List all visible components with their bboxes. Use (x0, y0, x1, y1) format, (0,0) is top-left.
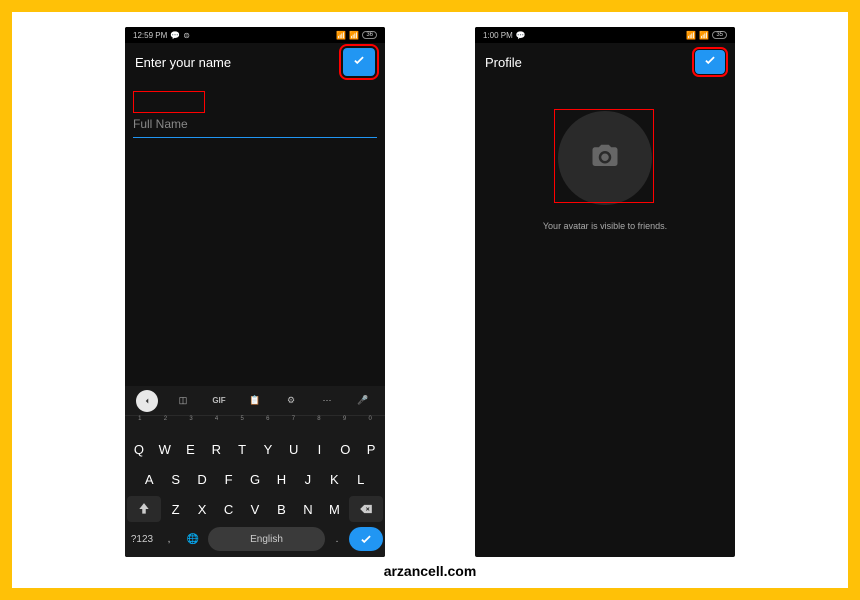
space-key[interactable]: English (208, 527, 325, 551)
keyboard-row-1: Q W E R T Y U I O P (125, 434, 385, 464)
check-icon (352, 53, 366, 72)
screenshots-container: 12:59 PM 💬 ⊜ 📶 📶 36 Enter your name (12, 12, 848, 553)
full-name-input[interactable] (133, 111, 377, 138)
key-j[interactable]: J (296, 466, 320, 492)
signal-icon: 📶 (336, 31, 346, 40)
shift-key[interactable] (127, 496, 161, 522)
battery-icon: 36 (362, 31, 377, 39)
status-bar: 12:59 PM 💬 ⊜ 📶 📶 36 (125, 27, 385, 43)
comma-key[interactable]: , (160, 527, 178, 551)
signal-icon-2: 📶 (349, 31, 359, 40)
enter-key[interactable] (349, 527, 383, 551)
check-icon (703, 53, 717, 72)
key-m[interactable]: M (322, 496, 346, 522)
globe-icon[interactable]: 🌐 (181, 527, 205, 551)
backspace-key[interactable] (349, 496, 383, 522)
highlight-box (133, 91, 205, 113)
message-icon: 💬 (170, 31, 180, 40)
status-bar: 1:00 PM 💬 📶 📶 35 (475, 27, 735, 43)
key-e[interactable]: E (179, 436, 203, 462)
signal-icon-2: 📶 (699, 31, 709, 40)
key-u[interactable]: U (282, 436, 306, 462)
confirm-button[interactable] (343, 48, 375, 76)
avatar-area: Your avatar is visible to friends. (475, 81, 735, 231)
key-n[interactable]: N (296, 496, 320, 522)
header-title: Enter your name (135, 55, 343, 70)
key-c[interactable]: C (216, 496, 240, 522)
chevron-left-icon[interactable] (136, 390, 158, 412)
dot-key[interactable]: . (328, 527, 346, 551)
keyboard-toolbar: ◫ GIF 📋 ⚙ ⋯ 🎤 (125, 386, 385, 416)
avatar-description: Your avatar is visible to friends. (475, 221, 735, 231)
notification-icon: ⊜ (183, 31, 190, 40)
battery-icon: 35 (712, 31, 727, 39)
key-z[interactable]: Z (163, 496, 187, 522)
gif-icon[interactable]: GIF (208, 390, 230, 412)
keyboard-row-3: Z X C V B N M (125, 494, 385, 524)
header-title: Profile (485, 55, 695, 70)
footer: arzancell.com (12, 553, 848, 588)
key-o[interactable]: O (333, 436, 357, 462)
key-l[interactable]: L (349, 466, 373, 492)
number-hint-row: 1 2 3 4 5 6 7 8 9 0 (125, 416, 385, 434)
key-q[interactable]: Q (127, 436, 151, 462)
key-d[interactable]: D (190, 466, 214, 492)
status-time: 12:59 PM (133, 31, 167, 40)
avatar-placeholder[interactable] (558, 111, 652, 205)
mic-icon[interactable]: 🎤 (352, 390, 374, 412)
signal-icon: 📶 (686, 31, 696, 40)
key-f[interactable]: F (216, 466, 240, 492)
keyboard: ◫ GIF 📋 ⚙ ⋯ 🎤 1 2 3 4 5 6 7 8 9 0 (125, 386, 385, 557)
clipboard-icon[interactable]: 📋 (244, 390, 266, 412)
key-t[interactable]: T (230, 436, 254, 462)
key-r[interactable]: R (204, 436, 228, 462)
highlight-box (554, 109, 654, 203)
message-icon: 💬 (516, 31, 526, 40)
keyboard-row-2: A S D F G H J K L (125, 464, 385, 494)
key-g[interactable]: G (243, 466, 267, 492)
header: Enter your name (125, 43, 385, 81)
settings-icon[interactable]: ⚙ (280, 390, 302, 412)
key-b[interactable]: B (269, 496, 293, 522)
sticker-icon[interactable]: ◫ (172, 390, 194, 412)
key-x[interactable]: X (190, 496, 214, 522)
key-i[interactable]: I (308, 436, 332, 462)
status-time: 1:00 PM (483, 31, 513, 40)
key-y[interactable]: Y (256, 436, 280, 462)
phone-profile: 1:00 PM 💬 📶 📶 35 Profile (475, 27, 735, 557)
key-w[interactable]: W (153, 436, 177, 462)
symbols-key[interactable]: ?123 (127, 527, 157, 551)
key-p[interactable]: P (359, 436, 383, 462)
key-h[interactable]: H (269, 466, 293, 492)
key-v[interactable]: V (243, 496, 267, 522)
more-icon[interactable]: ⋯ (316, 390, 338, 412)
phone-enter-name: 12:59 PM 💬 ⊜ 📶 📶 36 Enter your name (125, 27, 385, 557)
key-a[interactable]: A (137, 466, 161, 492)
key-s[interactable]: S (163, 466, 187, 492)
confirm-button[interactable] (695, 50, 725, 74)
key-k[interactable]: K (322, 466, 346, 492)
footer-text: arzancell.com (384, 563, 477, 579)
header: Profile (475, 43, 735, 81)
